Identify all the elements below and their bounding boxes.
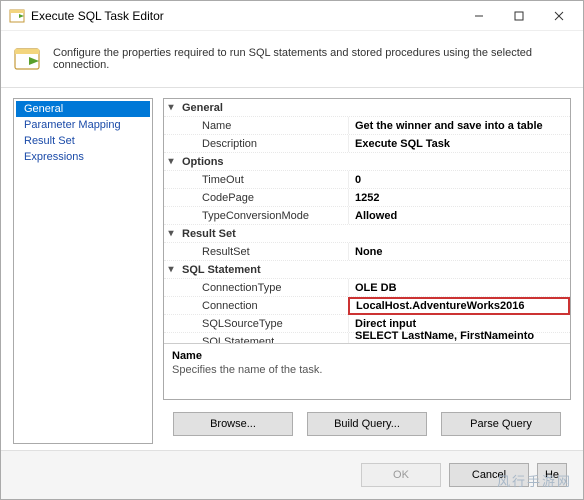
minimize-button[interactable] [459,2,499,30]
property-value[interactable]: SELECT LastName, FirstNameinto dbo.winn [348,333,570,343]
property-key: TypeConversionMode [178,210,348,222]
property-key: Connection [178,300,348,312]
description-name: Name [172,350,562,362]
browse-button[interactable]: Browse... [173,412,293,436]
ok-button[interactable]: OK [361,463,441,487]
category-label: Options [178,156,348,168]
property-value[interactable]: 1252 [348,189,570,206]
info-bar: Configure the properties required to run… [1,31,583,88]
property-key: TimeOut [178,174,348,186]
dialog-window: Execute SQL Task Editor Configure the pr… [0,0,584,500]
content-area: ▾GeneralNameGet the winner and save into… [163,98,571,444]
property-row[interactable]: TimeOut0 [164,171,570,189]
app-icon [9,8,25,24]
property-row[interactable]: ConnectionTypeOLE DB [164,279,570,297]
property-row[interactable]: DescriptionExecute SQL Task [164,135,570,153]
property-key: Name [178,120,348,132]
parse-query-button[interactable]: Parse Query [441,412,561,436]
property-value[interactable]: None [348,243,570,260]
property-key: CodePage [178,192,348,204]
property-grid: ▾GeneralNameGet the winner and save into… [163,98,571,400]
window-title: Execute SQL Task Editor [31,9,459,23]
info-text: Configure the properties required to run… [53,45,567,71]
category-label: Result Set [178,228,348,240]
property-category[interactable]: ▾Result Set [164,225,570,243]
property-row[interactable]: ConnectionLocalHost.AdventureWorks2016 [164,297,570,315]
sidebar-item-result-set[interactable]: Result Set [16,133,150,149]
task-icon [13,45,41,73]
sidebar: GeneralParameter MappingResult SetExpres… [13,98,153,444]
main-area: GeneralParameter MappingResult SetExpres… [1,88,583,450]
property-row[interactable]: SQLStatementSELECT LastName, FirstNamein… [164,333,570,343]
maximize-button[interactable] [499,2,539,30]
property-key: SQLSourceType [178,318,348,330]
footer: OK Cancel He [1,450,583,499]
property-value[interactable]: Execute SQL Task [348,135,570,152]
build-query-button[interactable]: Build Query... [307,412,427,436]
property-key: ResultSet [178,246,348,258]
property-row[interactable]: TypeConversionModeAllowed [164,207,570,225]
category-label: General [178,102,348,114]
property-value[interactable]: 0 [348,171,570,188]
cancel-button[interactable]: Cancel [449,463,529,487]
property-key: Description [178,138,348,150]
property-rows[interactable]: ▾GeneralNameGet the winner and save into… [164,99,570,343]
collapse-icon[interactable]: ▾ [164,102,178,113]
collapse-icon[interactable]: ▾ [164,228,178,239]
property-category[interactable]: ▾SQL Statement [164,261,570,279]
help-button-truncated[interactable]: He [537,463,567,487]
property-value[interactable]: OLE DB [348,279,570,296]
property-category[interactable]: ▾Options [164,153,570,171]
property-row[interactable]: NameGet the winner and save into a table [164,117,570,135]
property-row[interactable]: CodePage1252 [164,189,570,207]
property-key: ConnectionType [178,282,348,294]
collapse-icon[interactable]: ▾ [164,264,178,275]
titlebar: Execute SQL Task Editor [1,1,583,31]
description-panel: Name Specifies the name of the task. [164,343,570,399]
property-key: SQLStatement [178,336,348,344]
sidebar-item-expressions[interactable]: Expressions [16,149,150,165]
collapse-icon[interactable]: ▾ [164,156,178,167]
action-button-row: Browse... Build Query... Parse Query [163,408,571,444]
category-label: SQL Statement [178,264,348,276]
property-row[interactable]: ResultSetNone [164,243,570,261]
description-text: Specifies the name of the task. [172,364,562,376]
property-value[interactable]: Get the winner and save into a table [348,117,570,134]
property-value[interactable]: LocalHost.AdventureWorks2016 [348,297,570,315]
property-value[interactable]: Allowed [348,207,570,224]
sidebar-item-parameter-mapping[interactable]: Parameter Mapping [16,117,150,133]
sidebar-item-general[interactable]: General [16,101,150,117]
close-button[interactable] [539,2,579,30]
property-category[interactable]: ▾General [164,99,570,117]
